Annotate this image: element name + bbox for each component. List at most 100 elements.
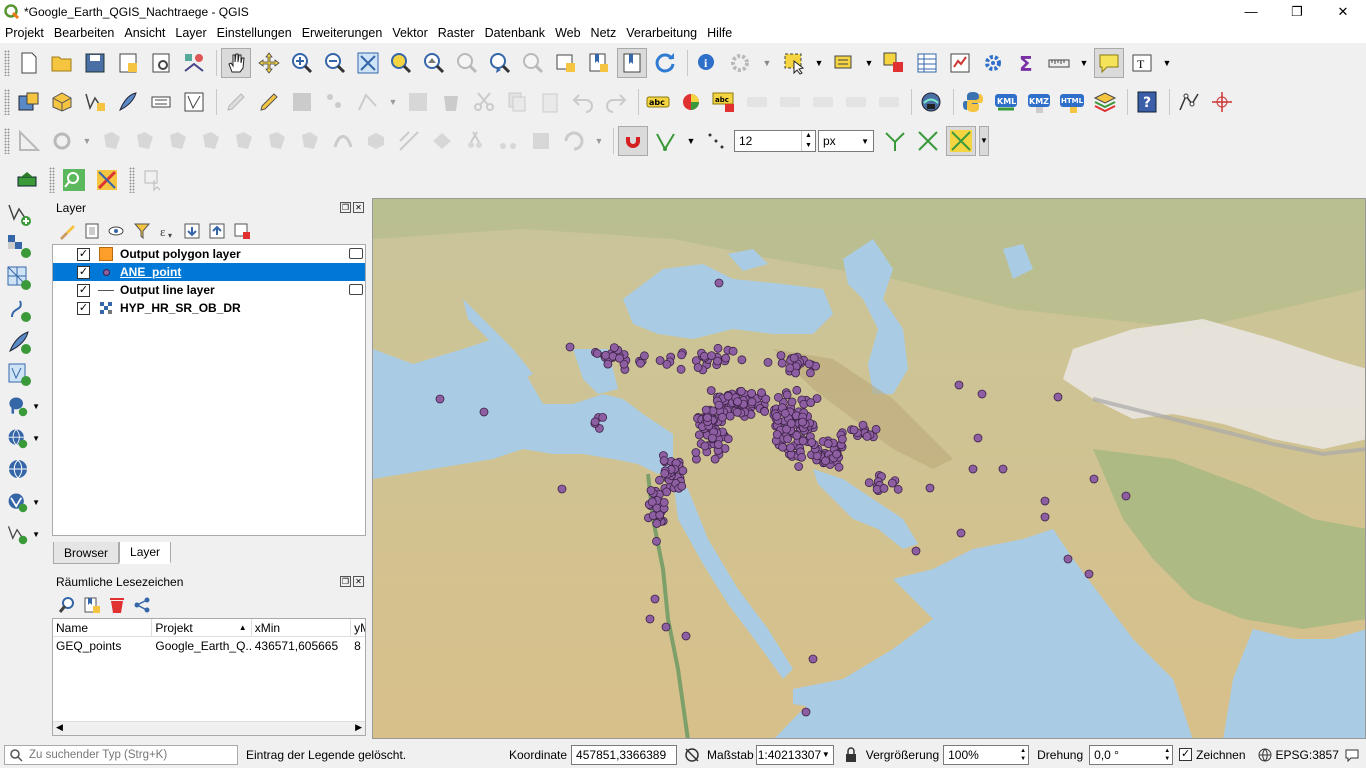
add-point-feature-button[interactable]: [320, 87, 350, 117]
zoom-last-button[interactable]: [485, 48, 515, 78]
layer-row-ane-point[interactable]: ✓ ANE_point: [53, 263, 365, 281]
tab-browser[interactable]: Browser: [53, 542, 120, 564]
column-header-name[interactable]: Name: [53, 619, 153, 636]
select-value-dropdown[interactable]: ▼: [862, 48, 876, 78]
attribute-table-button[interactable]: [912, 48, 942, 78]
menu-projekt[interactable]: Projekt: [0, 26, 49, 40]
spinner-arrows[interactable]: ▲ ▼: [801, 130, 815, 151]
merge-features-button[interactable]: [361, 126, 391, 156]
menu-verarbeitung[interactable]: Verarbeitung: [621, 26, 702, 40]
layer-visibility-checkbox[interactable]: ✓: [77, 301, 90, 315]
crs-globe-icon[interactable]: [1258, 748, 1272, 762]
filter-expression-icon[interactable]: ε ▾: [158, 222, 176, 240]
zoom-out-button[interactable]: [320, 48, 350, 78]
select-dropdown[interactable]: ▼: [812, 48, 826, 78]
menu-layer[interactable]: Layer: [170, 26, 211, 40]
modify-attributes-button[interactable]: [403, 87, 433, 117]
zoom-to-bookmark-icon[interactable]: [58, 596, 76, 614]
new-temporary-layer-button[interactable]: [179, 87, 209, 117]
show-bookmarks-button[interactable]: [617, 47, 647, 78]
share-icon[interactable]: [133, 596, 151, 614]
close-panel-button[interactable]: ✕: [353, 202, 364, 213]
annotation-dropdown[interactable]: ▼: [1160, 48, 1174, 78]
pan-map-button[interactable]: [221, 47, 251, 78]
manage-visibility-icon[interactable]: [108, 222, 126, 240]
crs-button[interactable]: EPSG:3857: [1276, 748, 1339, 762]
field-calculator-button[interactable]: Σ: [1011, 48, 1041, 78]
expand-all-icon[interactable]: [183, 222, 201, 240]
zoom-next-button[interactable]: [518, 48, 548, 78]
layer-row-hyp-raster[interactable]: ✓ HYP_HR_SR_OB_DR: [53, 299, 365, 317]
coordinate-field[interactable]: 457851,3366389: [571, 744, 678, 765]
zoom-to-layer-button[interactable]: [419, 48, 449, 78]
vertex-dropdown[interactable]: ▼: [386, 87, 400, 117]
measure-button[interactable]: [1044, 48, 1074, 78]
select-features-button[interactable]: [779, 48, 809, 78]
split-features-button[interactable]: [493, 126, 523, 156]
digitize-line-button[interactable]: [1174, 87, 1204, 117]
add-arcgis-layer-button[interactable]: ▼: [0, 518, 40, 550]
layer-row-output-polygon[interactable]: ✓ Output polygon layer: [53, 245, 365, 263]
delete-part-button[interactable]: [196, 126, 226, 156]
export-kmz-button[interactable]: KMZ: [1024, 87, 1054, 117]
add-spatialite-button[interactable]: [0, 326, 40, 358]
add-part-button[interactable]: [97, 126, 127, 156]
minimize-button[interactable]: —: [1228, 0, 1274, 23]
delete-selected-button[interactable]: [436, 87, 466, 117]
plugin-reloader-button[interactable]: [12, 165, 42, 195]
add-wms-layer-button[interactable]: ▼: [0, 422, 40, 454]
menu-ansicht[interactable]: Ansicht: [119, 26, 170, 40]
rotate-point-symbols-button[interactable]: [559, 126, 589, 156]
new-spatialite-button[interactable]: [113, 87, 143, 117]
add-virtual-layer-button[interactable]: [0, 358, 40, 390]
messages-icon[interactable]: [1345, 748, 1359, 762]
toolbar-handle[interactable]: [4, 49, 10, 76]
python-console-button[interactable]: [958, 87, 988, 117]
reshape-features-button[interactable]: [229, 126, 259, 156]
toolbar-handle[interactable]: [4, 127, 10, 154]
rotate-symbols-dropdown[interactable]: ▼: [592, 126, 606, 156]
scroll-right-icon[interactable]: ▶: [355, 722, 362, 733]
map-tips-button[interactable]: [1094, 47, 1124, 78]
topological-editing-button[interactable]: [880, 126, 910, 156]
rotate-feature-button[interactable]: [427, 126, 457, 156]
redo-button[interactable]: [601, 87, 631, 117]
toolbox-button[interactable]: [978, 48, 1008, 78]
help-button[interactable]: ?: [1132, 87, 1162, 117]
collapse-all-icon[interactable]: [208, 222, 226, 240]
toggle-extents-icon[interactable]: [683, 746, 701, 764]
save-project-button[interactable]: [80, 48, 110, 78]
add-delimited-text-button[interactable]: [0, 294, 40, 326]
column-header-project[interactable]: Projekt ▲: [152, 619, 252, 636]
data-source-manager-button[interactable]: [14, 87, 44, 117]
toolbar-handle[interactable]: [129, 166, 135, 193]
vertex-tool-button[interactable]: [353, 87, 383, 117]
scroll-left-icon[interactable]: ◀: [56, 722, 63, 733]
run-action-button[interactable]: [725, 48, 755, 78]
menu-raster[interactable]: Raster: [433, 26, 480, 40]
locator-search-input[interactable]: Zu suchender Typ (Strg+K): [4, 744, 238, 765]
menu-web[interactable]: Web: [550, 26, 585, 40]
lock-scale-icon[interactable]: [844, 746, 858, 763]
copy-features-button[interactable]: [502, 87, 532, 117]
new-map-view-button[interactable]: [551, 48, 581, 78]
render-checkbox[interactable]: ✓: [1179, 748, 1193, 761]
split-parts-button[interactable]: [394, 126, 424, 156]
snap-intersection-button[interactable]: [913, 126, 943, 156]
enable-snapping-button[interactable]: [618, 125, 648, 156]
new-virtual-layer-button[interactable]: [146, 87, 176, 117]
new-project-button[interactable]: [14, 48, 44, 78]
menu-netz[interactable]: Netz: [586, 26, 622, 40]
coordinate-capture-button[interactable]: [1207, 87, 1237, 117]
menu-vektor[interactable]: Vektor: [387, 26, 432, 40]
snapping-unit-select[interactable]: px ▼: [818, 129, 874, 152]
reverse-line-button[interactable]: [295, 126, 325, 156]
horizontal-scrollbar[interactable]: ◀ ▶: [53, 721, 365, 735]
new-layout-button[interactable]: [113, 48, 143, 78]
open-project-button[interactable]: [47, 48, 77, 78]
menu-einstellungen[interactable]: Einstellungen: [212, 26, 297, 40]
layer-visibility-checkbox[interactable]: ✓: [77, 247, 90, 261]
layer-visibility-checkbox[interactable]: ✓: [77, 283, 90, 297]
select-by-value-button[interactable]: [829, 48, 859, 78]
layer-labeling-button[interactable]: abc: [643, 87, 673, 117]
